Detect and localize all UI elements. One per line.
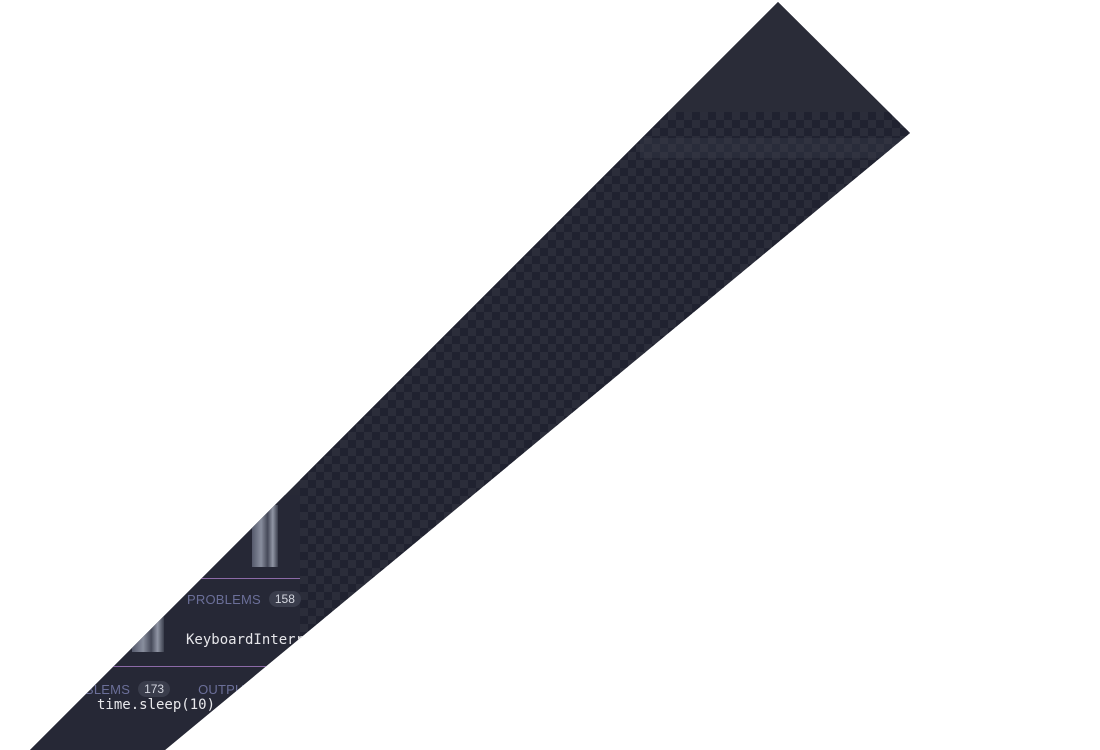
terminal-output-line: KeyboardInterr: [186, 632, 305, 648]
tab-terminal[interactable]: TERMINAL: [280, 681, 349, 703]
tab-problems[interactable]: BLEMS: [85, 682, 130, 697]
upper-panel-tabs: PROBLEMS 158: [187, 587, 301, 611]
image-thumbnail: [252, 505, 278, 567]
terminal-code-line: time.sleep(10) # Chụp m: [97, 697, 300, 713]
panel-divider: [30, 578, 300, 579]
rotated-screenshot: PROBLEMS 158 KeyboardInterr BLEMS 173 OU…: [0, 0, 1100, 750]
faded-toolbar-strip: [640, 138, 900, 158]
editor-area: [600, 2, 910, 112]
transparent-canvas: [300, 112, 910, 652]
image-thumbnail: [132, 615, 164, 655]
panel-divider: [30, 666, 420, 667]
problems-count-badge: 158: [268, 591, 301, 607]
tab-output[interactable]: OUTPUT: [198, 682, 253, 697]
upper-panel: [30, 495, 300, 652]
vscode-window-fragment: PROBLEMS 158 KeyboardInterr BLEMS 173 OU…: [30, 2, 910, 750]
tab-problems[interactable]: PROBLEMS: [187, 592, 261, 607]
problems-count-badge: 173: [138, 681, 171, 697]
